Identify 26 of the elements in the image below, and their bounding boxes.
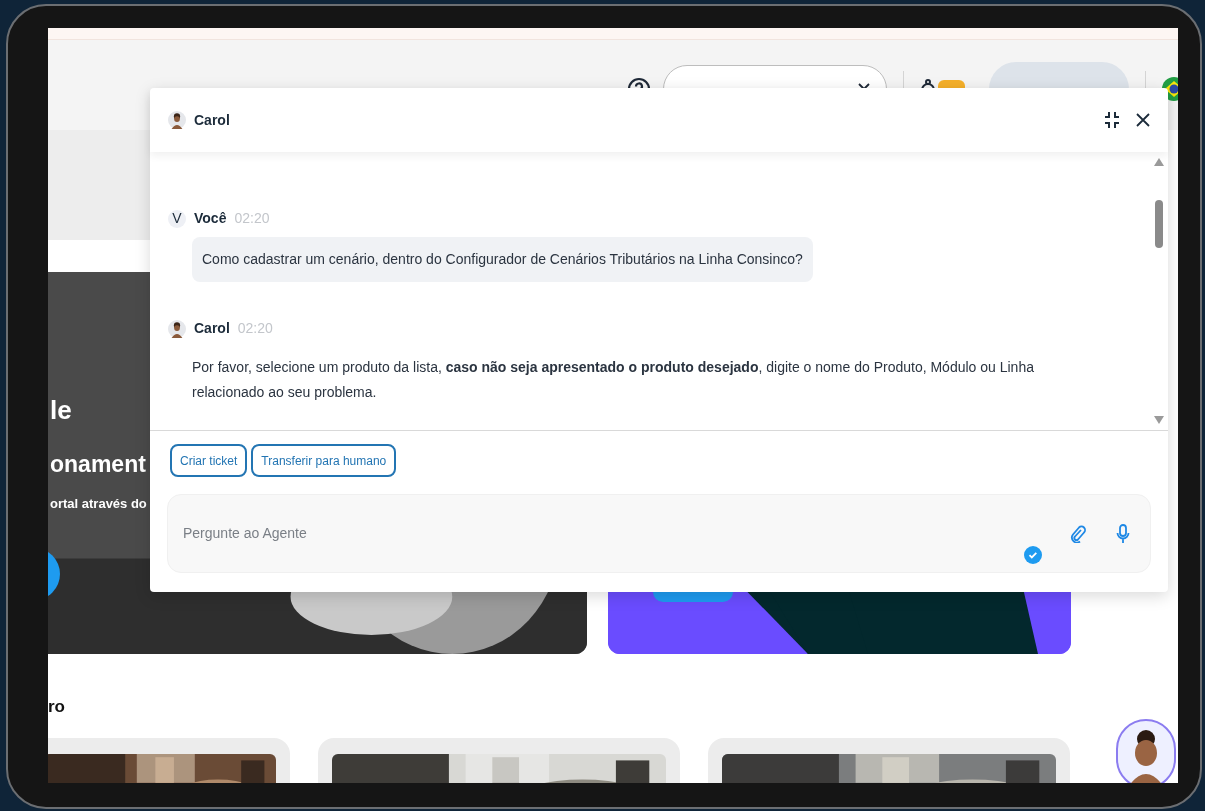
- scroll-down-icon[interactable]: [1154, 416, 1164, 424]
- message-input[interactable]: Pergunte ao Agente: [183, 523, 1024, 544]
- assistant-avatar-button[interactable]: [1116, 719, 1176, 783]
- scroll-thumb[interactable]: [1155, 200, 1163, 248]
- message-text: Por favor, selecione um produto da lista, caso não seja apresentado o produto desejado, digite o nome do Produto, Módulo ou Linha relacionado ao seu problema.: [192, 358, 1035, 402]
- sender-name: Carol: [194, 319, 230, 338]
- scroll-up-icon[interactable]: [1154, 158, 1164, 166]
- avatar-icon: [168, 111, 186, 129]
- hero-subtitle: ortal através do: [50, 495, 147, 513]
- action-button[interactable]: Criar ticket: [170, 444, 248, 477]
- avatar-initial: V: [168, 209, 186, 228]
- avatar-icon: [168, 319, 186, 338]
- chat-title: Carol: [194, 110, 230, 130]
- hero-title: onament: [50, 450, 146, 479]
- message-time: 02:20: [237, 319, 273, 338]
- message-bubble: Como cadastrar um cenário, dentro do Configurador de Cenários Tributários na Linha Consinco?: [192, 237, 813, 282]
- message-time: 02:20: [234, 209, 270, 228]
- check-badge-icon: [1024, 545, 1042, 564]
- microphone-icon[interactable]: [1116, 523, 1130, 544]
- hero-title: le: [50, 394, 72, 427]
- attach-icon[interactable]: [1070, 524, 1086, 543]
- close-icon[interactable]: [1136, 113, 1150, 127]
- action-button[interactable]: Transferir para humano: [251, 444, 397, 477]
- sender-name: Você: [194, 209, 227, 228]
- minimize-icon[interactable]: [1104, 111, 1120, 129]
- section-title: ro: [48, 696, 66, 718]
